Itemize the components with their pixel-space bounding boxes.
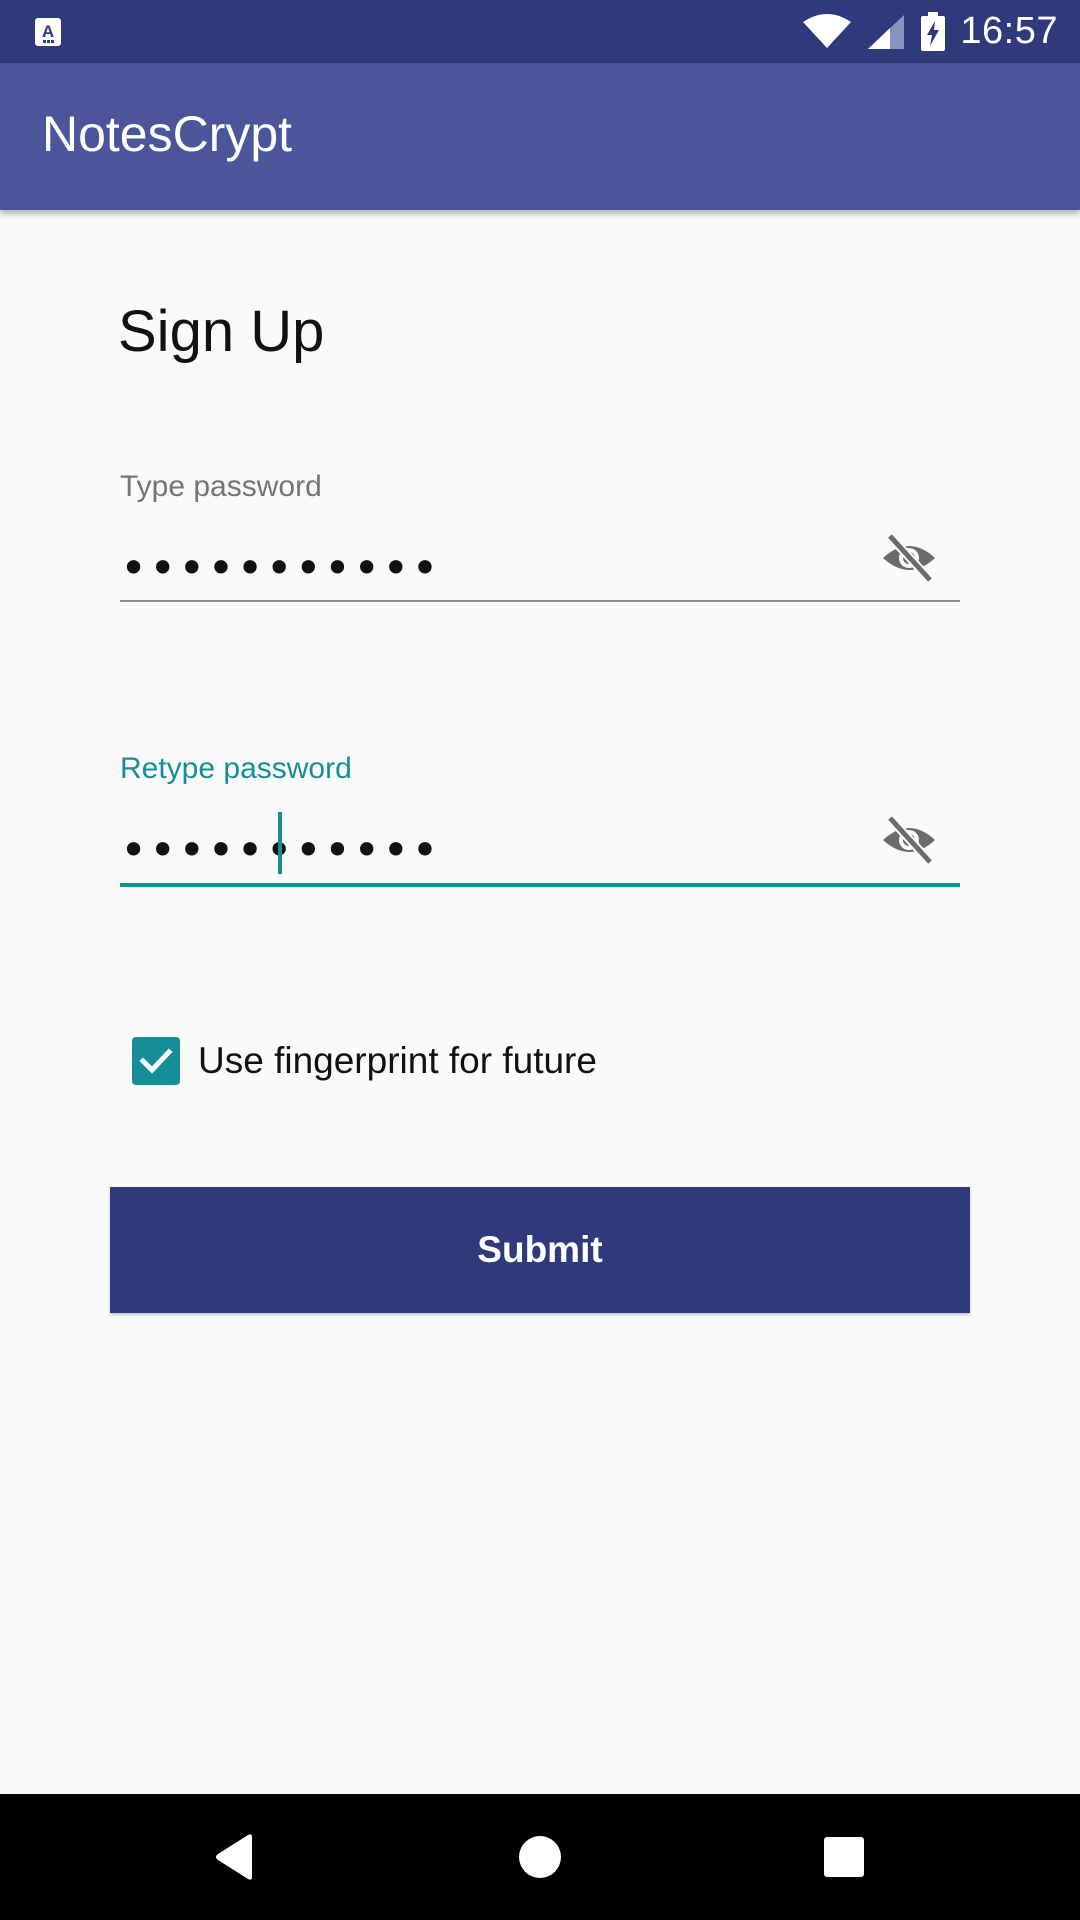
submit-button[interactable]: Submit [110,1187,970,1313]
retype-password-field[interactable]: Retype password ••••••••••• [120,752,960,890]
battery-charging-icon [921,11,946,51]
app-bar: NotesCrypt [0,63,1080,210]
check-icon [139,1048,173,1074]
wifi-icon [803,13,852,48]
visibility-off-icon[interactable] [880,532,938,584]
password-label: Type password [120,470,322,503]
status-bar: A 16:57 [0,0,1080,63]
visibility-off-icon[interactable] [880,814,938,866]
fingerprint-checkbox-label: Use fingerprint for future [198,1040,597,1081]
password-input[interactable]: ••••••••••• [120,545,440,591]
back-icon[interactable] [206,1827,266,1887]
password-field[interactable]: Type password ••••••••••• [120,470,960,605]
app-notification-icon: A [35,18,61,46]
recents-icon[interactable] [814,1827,874,1887]
signup-screen: A 16:57 NotesCrypt Sign Up Type password… [0,0,1080,1920]
text-cursor [278,812,282,874]
fingerprint-checkbox-row[interactable]: Use fingerprint for future [132,1036,597,1086]
status-icons: 16:57 [802,0,1058,63]
retype-password-underline [120,883,960,887]
status-time: 16:57 [960,10,1058,52]
page-title: Sign Up [118,299,325,364]
password-underline [120,600,960,602]
fingerprint-checkbox[interactable] [132,1037,180,1085]
svg-text:A: A [42,22,54,41]
retype-password-label: Retype password [120,752,352,785]
navigation-bar [0,1794,1080,1920]
home-icon[interactable] [510,1827,570,1887]
cell-signal-icon [868,14,905,49]
app-title: NotesCrypt [42,106,293,162]
